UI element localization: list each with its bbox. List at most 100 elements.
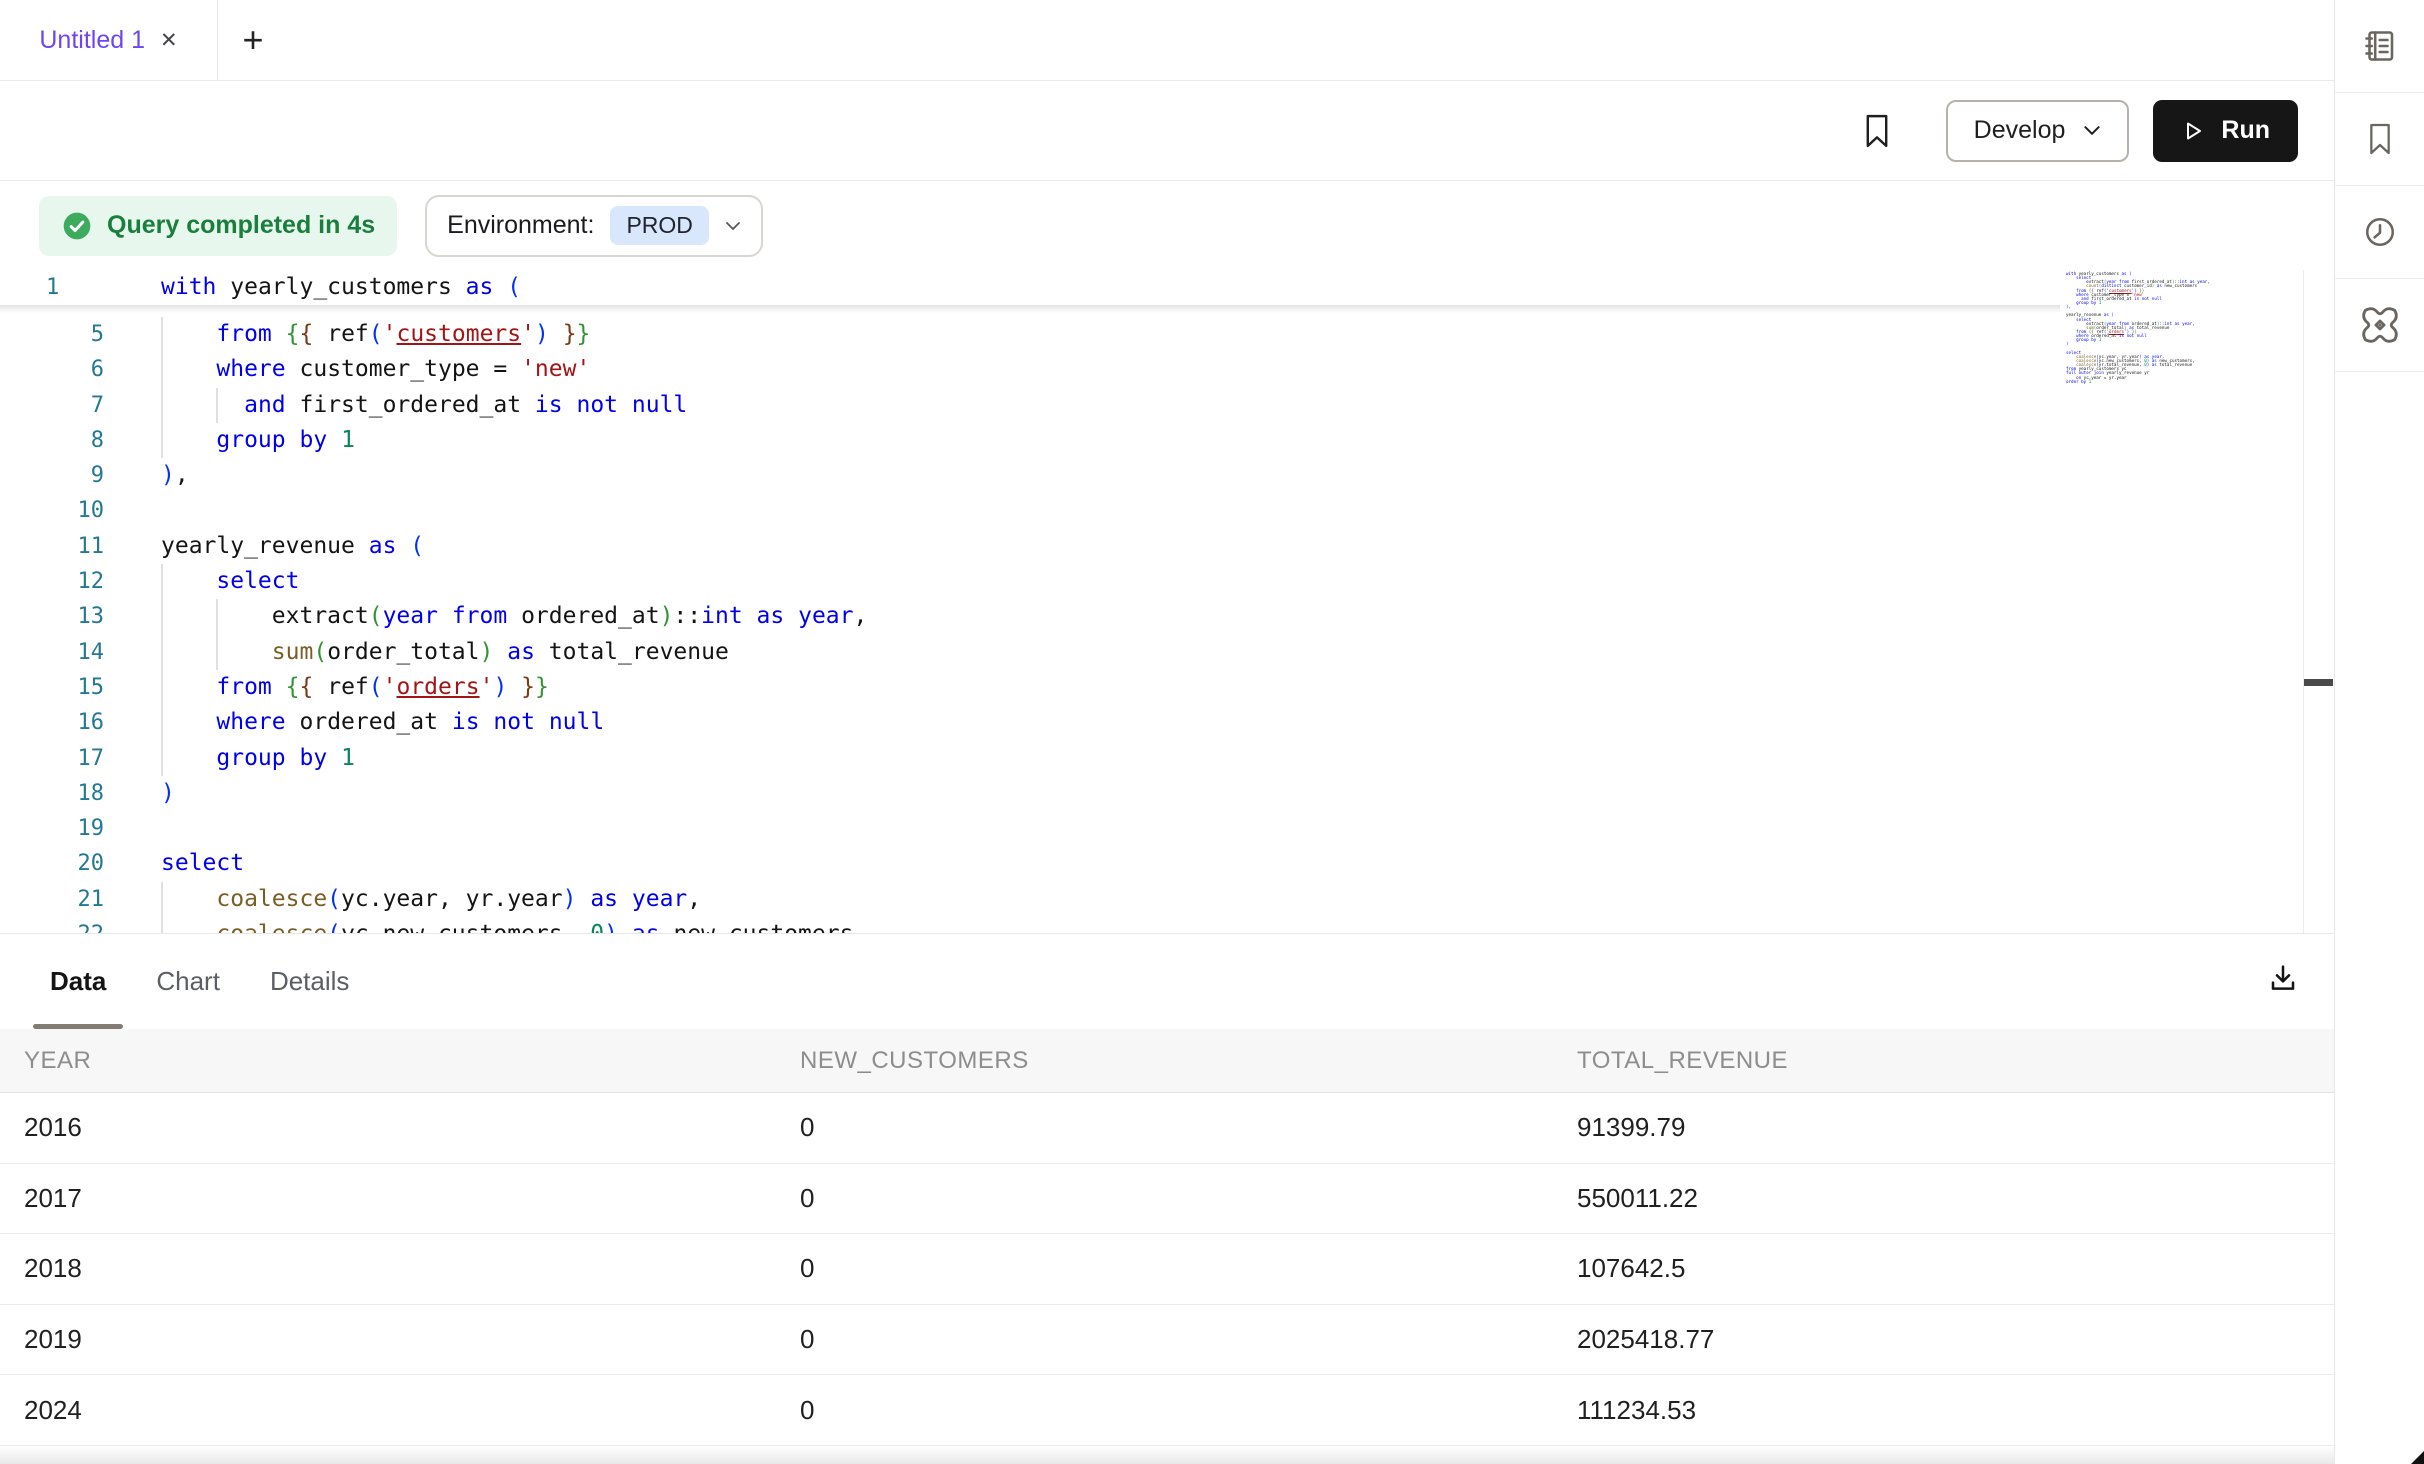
indent-guide bbox=[216, 599, 218, 634]
code-line-content: group by 1 bbox=[161, 741, 355, 776]
code-token bbox=[784, 603, 798, 629]
sidebar-button-history[interactable] bbox=[2335, 186, 2424, 279]
sidebar-button-lineage[interactable] bbox=[2335, 279, 2424, 372]
code-token bbox=[493, 274, 507, 300]
overview-cursor-marker[interactable] bbox=[2304, 679, 2333, 686]
bookmark-button[interactable] bbox=[1860, 111, 1894, 151]
code-token: ) bbox=[535, 321, 549, 347]
line-number: 7 bbox=[0, 388, 104, 423]
table-row[interactable]: 20170550011.22 bbox=[0, 1164, 2334, 1235]
code-token: coalesce bbox=[216, 886, 327, 912]
code-token: yr.year bbox=[2109, 375, 2127, 380]
develop-label: Develop bbox=[1974, 116, 2066, 145]
line-number: 11 bbox=[0, 529, 104, 564]
table-row[interactable]: 20180107642.5 bbox=[0, 1234, 2334, 1305]
code-token: total_revenue bbox=[2159, 362, 2192, 367]
results-tabs: DataChartDetails bbox=[0, 934, 2334, 1029]
status-bar: Query completed in 4s Environment: PROD bbox=[0, 181, 2334, 270]
code-token: ) bbox=[161, 780, 175, 806]
code-token: ' bbox=[383, 674, 397, 700]
column-header[interactable]: NEW_CUSTOMERS bbox=[800, 1029, 1029, 1092]
code-token bbox=[313, 321, 327, 347]
tab-data[interactable]: Data bbox=[33, 934, 123, 1029]
column-header[interactable]: TOTAL_REVENUE bbox=[1577, 1029, 1788, 1092]
code-token bbox=[161, 568, 216, 594]
code-editor[interactable]: 5 from {{ ref('customers') }}6 where cus… bbox=[0, 270, 2334, 933]
code-token: ' bbox=[480, 674, 494, 700]
table-cell: 107642.5 bbox=[1577, 1234, 1685, 1304]
code-line: 5 from {{ ref('customers') }} bbox=[0, 317, 867, 352]
code-token: { bbox=[300, 674, 314, 700]
code-token: first_ordered_at bbox=[300, 392, 522, 418]
environment-value-chip: PROD bbox=[610, 206, 708, 245]
editor-lines: 5 from {{ ref('customers') }}6 where cus… bbox=[0, 317, 867, 933]
code-token bbox=[161, 709, 216, 735]
resize-grip[interactable] bbox=[2411, 1451, 2424, 1464]
table-cell: 550011.22 bbox=[1577, 1164, 1698, 1234]
ide-window: Untitled 1 ✕ + Develop bbox=[0, 0, 2424, 1464]
code-token: new_customers bbox=[2164, 283, 2197, 288]
ref-link[interactable]: customers bbox=[396, 321, 521, 347]
code-token: ( bbox=[327, 886, 341, 912]
code-line-content: select bbox=[161, 564, 299, 599]
minimap[interactable]: with yearly_customers as ( select extrac… bbox=[2066, 272, 2210, 384]
indent-guide bbox=[161, 599, 163, 634]
code-token bbox=[216, 274, 230, 300]
run-button[interactable]: Run bbox=[2153, 100, 2298, 162]
tab-chart[interactable]: Chart bbox=[139, 934, 237, 1029]
code-token: sum bbox=[272, 639, 314, 665]
bottom-scroll-fade bbox=[0, 1446, 2334, 1464]
code-token: order_total bbox=[327, 639, 479, 665]
table-row[interactable]: 201902025418.77 bbox=[0, 1305, 2334, 1376]
tab-untitled-1[interactable]: Untitled 1 ✕ bbox=[0, 0, 218, 80]
code-token: ( bbox=[507, 274, 521, 300]
code-token: yc.year bbox=[341, 886, 438, 912]
code-line-content: and first_ordered_at is not null bbox=[161, 388, 687, 423]
code-token bbox=[272, 674, 286, 700]
code-token: ( bbox=[369, 603, 383, 629]
lineage-icon bbox=[2360, 305, 2400, 345]
sticky-line[interactable]: 1with yearly_customers as ( bbox=[0, 270, 2060, 305]
code-line: 8 group by 1 bbox=[0, 423, 867, 458]
code-line: 9), bbox=[0, 458, 867, 493]
code-token: , bbox=[853, 921, 867, 933]
code-token: 0 bbox=[590, 921, 604, 933]
code-line: 6 where customer_type = 'new' bbox=[0, 352, 867, 387]
line-number: 1 bbox=[0, 270, 104, 305]
ref-link[interactable]: orders bbox=[396, 674, 479, 700]
develop-dropdown[interactable]: Develop bbox=[1946, 100, 2130, 162]
code-token: { bbox=[300, 321, 314, 347]
code-token bbox=[161, 921, 216, 933]
tab-details[interactable]: Details bbox=[253, 934, 366, 1029]
download-button[interactable] bbox=[2267, 962, 2299, 994]
table-cell: 2018 bbox=[24, 1234, 82, 1304]
code-token: ( bbox=[2111, 312, 2114, 317]
code-token bbox=[743, 603, 757, 629]
code-token: ' bbox=[383, 321, 397, 347]
toolbar: Develop Run bbox=[0, 81, 2334, 181]
column-header[interactable]: YEAR bbox=[24, 1029, 91, 1092]
sidebar-button-notebook[interactable] bbox=[2335, 0, 2424, 93]
code-token: , bbox=[563, 921, 591, 933]
code-line: 16 where ordered_at is not null bbox=[0, 705, 867, 740]
table-row[interactable]: 2016091399.79 bbox=[0, 1093, 2334, 1164]
sidebar-button-bookmark[interactable] bbox=[2335, 93, 2424, 186]
tab-bar: Untitled 1 ✕ + bbox=[0, 0, 2334, 81]
code-token bbox=[493, 639, 507, 665]
code-token: as bbox=[507, 639, 535, 665]
code-token: ' bbox=[521, 321, 535, 347]
code-token: as bbox=[632, 921, 660, 933]
code-token: where bbox=[216, 356, 285, 382]
table-row[interactable]: 20240111234.53 bbox=[0, 1375, 2334, 1446]
code-token: ) bbox=[493, 674, 507, 700]
query-status-text: Query completed in 4s bbox=[107, 211, 375, 240]
code-token: ( bbox=[369, 674, 383, 700]
code-token bbox=[660, 921, 674, 933]
code-line: 1with yearly_customers as ( bbox=[0, 270, 2060, 305]
close-icon[interactable]: ✕ bbox=[160, 30, 178, 51]
environment-selector[interactable]: Environment: PROD bbox=[425, 195, 763, 257]
code-line-content: from {{ ref('customers') }} bbox=[161, 317, 590, 352]
new-tab-button[interactable]: + bbox=[218, 0, 288, 80]
code-token: ( bbox=[327, 921, 341, 933]
code-token: not bbox=[2127, 333, 2135, 338]
